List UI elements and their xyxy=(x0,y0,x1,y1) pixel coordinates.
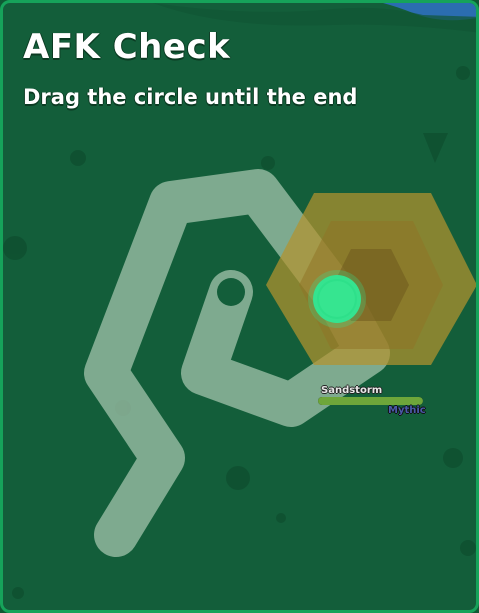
drag-circle-handle[interactable] xyxy=(308,270,366,328)
mob-health-fill xyxy=(318,397,423,405)
mob-name-label: Sandstorm xyxy=(321,385,383,396)
dialog-instruction: Drag the circle until the end xyxy=(23,85,358,109)
mob-health-bar xyxy=(318,397,423,405)
path-end-hole xyxy=(217,278,245,306)
dialog-title: AFK Check xyxy=(23,27,231,67)
mob-rarity-label: Mythic xyxy=(388,405,426,416)
afk-check-panel: AFK Check Drag the circle until the end … xyxy=(0,0,479,613)
